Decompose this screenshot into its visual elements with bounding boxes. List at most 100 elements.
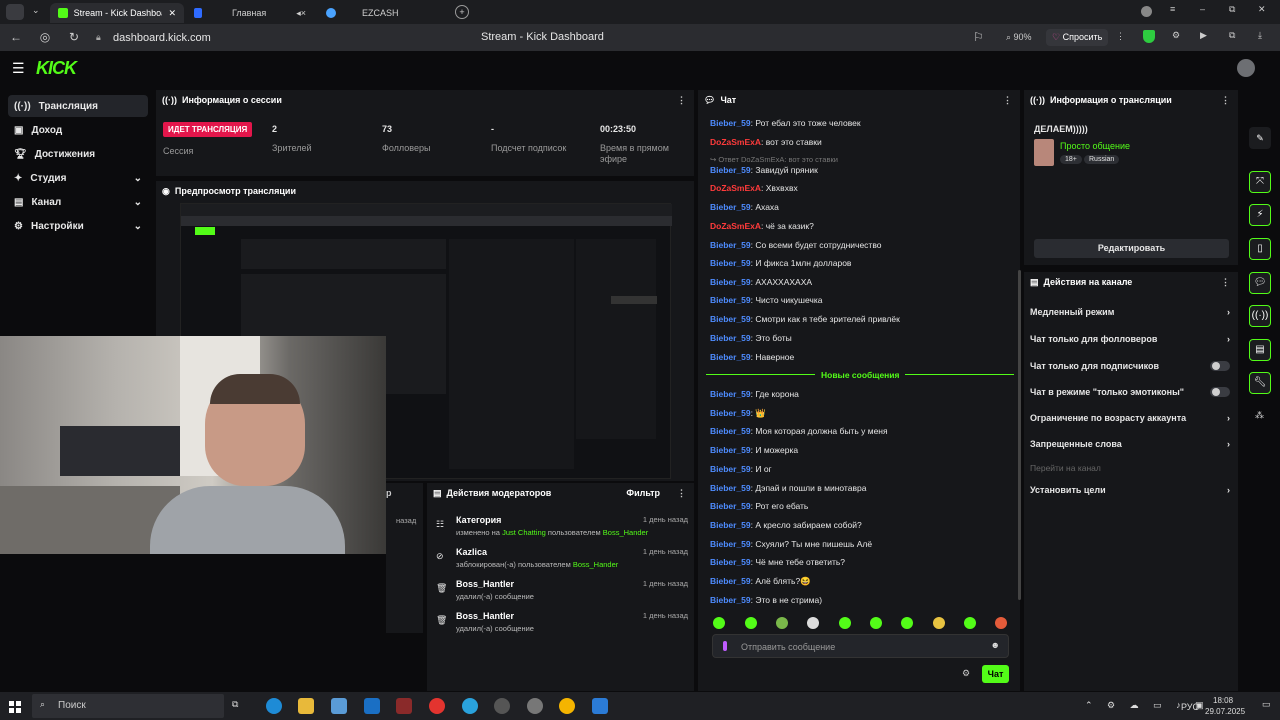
kick-logo[interactable]: KICK: [36, 58, 77, 79]
chrome-icon[interactable]: [559, 698, 575, 714]
task-view-icon[interactable]: ⧉: [232, 699, 238, 710]
emote-icon[interactable]: [901, 617, 913, 629]
sidebar-toggle-icon[interactable]: [6, 4, 24, 20]
menu-icon[interactable]: ≡: [1170, 4, 1175, 14]
ask-button[interactable]: ♡ Спросить: [1046, 29, 1109, 46]
emote-icon[interactable]: [870, 617, 882, 629]
sidebar-item-achievements[interactable]: 🏆︎ Достижения: [8, 143, 148, 165]
chat-username[interactable]: Bieber_59: [710, 464, 751, 474]
chat-username[interactable]: Bieber_59: [710, 240, 751, 250]
close-window-icon[interactable]: ✕: [1258, 4, 1266, 15]
emote-icon[interactable]: [713, 617, 725, 629]
app2-icon[interactable]: [592, 698, 608, 714]
slow-mode-item[interactable]: Медленный режим ›: [1030, 307, 1230, 317]
explorer-icon[interactable]: [298, 698, 314, 714]
rail-button-3[interactable]: ▯: [1249, 238, 1271, 260]
outlook-icon[interactable]: [364, 698, 380, 714]
chat-scrollbar[interactable]: [1018, 270, 1021, 600]
clock-time[interactable]: 18:08: [1213, 696, 1233, 705]
more-icon[interactable]: ⋮: [1116, 31, 1125, 42]
age-limit-item[interactable]: Ограничение по возрасту аккаунта ›: [1030, 413, 1230, 423]
collections-icon[interactable]: ⧉: [1229, 30, 1235, 41]
chevron-down-icon[interactable]: ⌄: [32, 5, 40, 16]
emote-icon[interactable]: [745, 617, 757, 629]
download-icon[interactable]: ⤓: [1258, 30, 1262, 41]
banned-words-item[interactable]: Запрещенные слова ›: [1030, 439, 1230, 449]
adblock-icon[interactable]: [1143, 30, 1155, 43]
windows-start-icon[interactable]: [9, 701, 21, 713]
subs-only-toggle[interactable]: [1210, 361, 1230, 371]
sidebar-item-stream[interactable]: ((·)) Трансляция: [8, 95, 148, 117]
chat-username[interactable]: Bieber_59: [710, 557, 751, 567]
more-icon[interactable]: ⋮: [1221, 95, 1230, 106]
chat-username[interactable]: DoZaSmExA: [710, 221, 761, 231]
shield-icon[interactable]: ◎: [37, 29, 53, 45]
more-icon[interactable]: р: [386, 488, 392, 498]
bookmark-icon[interactable]: ⚐: [973, 30, 984, 44]
chat-username[interactable]: Bieber_59: [710, 258, 751, 268]
chat-username[interactable]: Bieber_59: [710, 352, 751, 362]
emote-icon[interactable]: [839, 617, 851, 629]
category-link[interactable]: Просто общение: [1060, 141, 1130, 151]
set-goal-item[interactable]: Установить цели ›: [1030, 485, 1230, 495]
maximize-icon[interactable]: ⧉: [1229, 4, 1235, 15]
minimize-icon[interactable]: –: [1200, 4, 1205, 14]
chat-username[interactable]: Bieber_59: [710, 277, 751, 287]
close-tab-icon[interactable]: ✕: [168, 8, 176, 19]
emote-icon[interactable]: [933, 617, 945, 629]
sidebar-item-studio[interactable]: ✦ Студия ⌄: [8, 167, 148, 189]
more-icon[interactable]: ⋮: [677, 488, 686, 499]
extensions-icon[interactable]: ⚙: [1172, 30, 1180, 41]
emoji-picker-icon[interactable]: ☻: [991, 640, 1000, 650]
back-icon[interactable]: ←: [8, 29, 24, 45]
sidebar-item-income[interactable]: ▣ Доход: [8, 119, 148, 141]
hamburger-icon[interactable]: ☰: [12, 60, 25, 77]
sidebar-item-settings[interactable]: ⚙ Настройки ⌄: [8, 215, 148, 237]
url-text[interactable]: dashboard.kick.com: [113, 32, 211, 44]
more-icon[interactable]: ⋮: [1003, 95, 1012, 106]
language-indicator[interactable]: РУС: [1181, 702, 1199, 712]
chat-username[interactable]: Bieber_59: [710, 165, 751, 175]
share-icon[interactable]: ⁂: [1255, 410, 1264, 421]
profile-icon[interactable]: [1141, 6, 1152, 17]
emote-icon[interactable]: [807, 617, 819, 629]
rail-button-1[interactable]: ⤧: [1249, 171, 1271, 193]
zoom-level[interactable]: ⌕ 90%: [1006, 32, 1032, 43]
chat-username[interactable]: Bieber_59: [710, 202, 751, 212]
tab-kick-dashboard[interactable]: Stream - Kick Dashboard ✕: [50, 3, 184, 23]
emote-icon[interactable]: [995, 617, 1007, 629]
mute-icon[interactable]: ◂×: [296, 8, 306, 19]
notification-icon[interactable]: ▭: [1262, 699, 1271, 710]
emotes-only-toggle[interactable]: [1210, 387, 1230, 397]
store-icon[interactable]: [331, 698, 347, 714]
chat-username[interactable]: Bieber_59: [710, 445, 751, 455]
rail-button-6[interactable]: ▤: [1249, 339, 1271, 361]
filter-button[interactable]: Фильтр: [626, 488, 660, 498]
yandex-icon[interactable]: [429, 698, 445, 714]
chat-username[interactable]: DoZaSmExA: [710, 137, 761, 147]
reload-icon[interactable]: ↻: [66, 29, 82, 45]
clock-date[interactable]: 29.07.2025: [1205, 707, 1245, 716]
followers-only-item[interactable]: Чат только для фолловеров ›: [1030, 334, 1230, 344]
kick-taskbar-icon[interactable]: [396, 698, 412, 714]
new-tab-button[interactable]: +: [455, 5, 469, 19]
chat-username[interactable]: Bieber_59: [710, 333, 751, 343]
edit-button[interactable]: Редактировать: [1034, 239, 1229, 258]
chat-send-button[interactable]: Чат: [982, 665, 1009, 683]
user-avatar[interactable]: [1237, 59, 1255, 77]
chat-settings-icon[interactable]: ⚙: [962, 668, 970, 679]
chat-username[interactable]: Bieber_59: [710, 539, 751, 549]
emote-icon[interactable]: [964, 617, 976, 629]
chat-username[interactable]: Bieber_59: [710, 483, 751, 493]
chat-username[interactable]: Bieber_59: [710, 595, 751, 605]
rail-button-7[interactable]: 🔧︎: [1249, 372, 1271, 394]
chat-username[interactable]: Bieber_59: [710, 576, 751, 586]
sidebar-item-channel[interactable]: ▤ Канал ⌄: [8, 191, 148, 213]
chat-username[interactable]: DoZaSmExA: [710, 183, 761, 193]
chat-username[interactable]: Bieber_59: [710, 314, 751, 324]
rail-button-2[interactable]: ⚡︎: [1249, 204, 1271, 226]
go-channel-link[interactable]: Перейти на канал: [1030, 463, 1101, 473]
media-icon[interactable]: ▶: [1200, 30, 1207, 41]
rail-button-4[interactable]: 💬︎: [1249, 272, 1271, 294]
tab-home[interactable]: Главная ◂×: [186, 3, 314, 23]
